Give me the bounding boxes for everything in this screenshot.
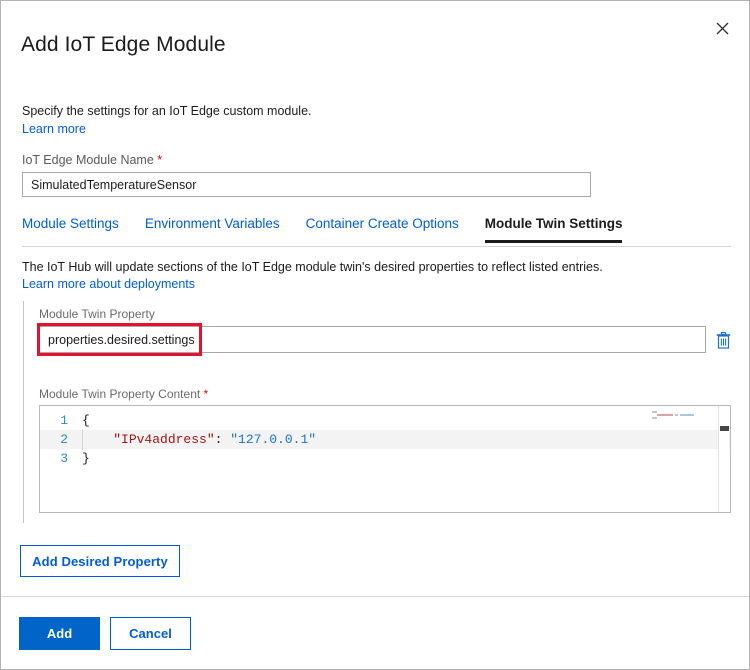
- editor-lines: 1 { 2 "IPv4address": "127.0.0.1" 3 }: [40, 406, 730, 468]
- required-marker: *: [157, 153, 162, 167]
- cancel-button[interactable]: Cancel: [110, 617, 191, 650]
- required-marker: *: [204, 387, 209, 401]
- learn-more-link[interactable]: Learn more: [22, 122, 86, 136]
- add-button[interactable]: Add: [19, 617, 100, 650]
- code-token-string: "127.0.0.1": [230, 432, 316, 447]
- twin-content-label: Module Twin Property Content *: [39, 387, 208, 401]
- code-text: {: [82, 411, 90, 430]
- add-iot-edge-module-panel: Add IoT Edge Module Specify the settings…: [0, 0, 750, 670]
- editor-scrollbar[interactable]: [718, 406, 729, 512]
- code-line: 3 }: [40, 449, 730, 468]
- add-desired-property-button[interactable]: Add Desired Property: [20, 545, 180, 577]
- line-number: 2: [40, 430, 82, 449]
- page-title: Add IoT Edge Module: [21, 33, 226, 57]
- twin-property-label: Module Twin Property: [39, 307, 155, 321]
- intro-text: Specify the settings for an IoT Edge cus…: [22, 104, 312, 118]
- line-number: 1: [40, 411, 82, 430]
- tab-container-create-options[interactable]: Container Create Options: [306, 216, 459, 243]
- minimap-line: [652, 416, 712, 419]
- twin-content-editor[interactable]: 1 { 2 "IPv4address": "127.0.0.1" 3 }: [39, 405, 731, 513]
- tab-module-twin-settings[interactable]: Module Twin Settings: [485, 216, 623, 243]
- indent-guide: [82, 429, 83, 450]
- footer-divider: [1, 596, 749, 597]
- editor-minimap: [652, 410, 712, 422]
- code-token-key: "IPv4address": [113, 432, 214, 447]
- close-icon[interactable]: [707, 13, 737, 43]
- learn-more-deployments-link[interactable]: Learn more about deployments: [22, 277, 195, 291]
- code-text: }: [82, 449, 90, 468]
- code-text: "IPv4address": "127.0.0.1": [82, 430, 316, 449]
- editor-scrollbar-thumb[interactable]: [720, 426, 729, 431]
- twin-property-input[interactable]: [39, 326, 706, 353]
- code-line: 1 {: [40, 411, 730, 430]
- trash-icon[interactable]: [712, 328, 734, 352]
- tab-module-settings[interactable]: Module Settings: [22, 216, 119, 243]
- description-text: The IoT Hub will update sections of the …: [22, 260, 603, 274]
- module-name-label: IoT Edge Module Name *: [22, 153, 162, 167]
- tab-bar: Module Settings Environment Variables Co…: [22, 216, 731, 247]
- module-name-input[interactable]: [22, 172, 591, 197]
- twin-content-label-text: Module Twin Property Content: [39, 387, 200, 401]
- line-number: 3: [40, 449, 82, 468]
- module-name-label-text: IoT Edge Module Name: [22, 153, 154, 167]
- code-line: 2 "IPv4address": "127.0.0.1": [40, 430, 730, 449]
- tab-environment-variables[interactable]: Environment Variables: [145, 216, 280, 243]
